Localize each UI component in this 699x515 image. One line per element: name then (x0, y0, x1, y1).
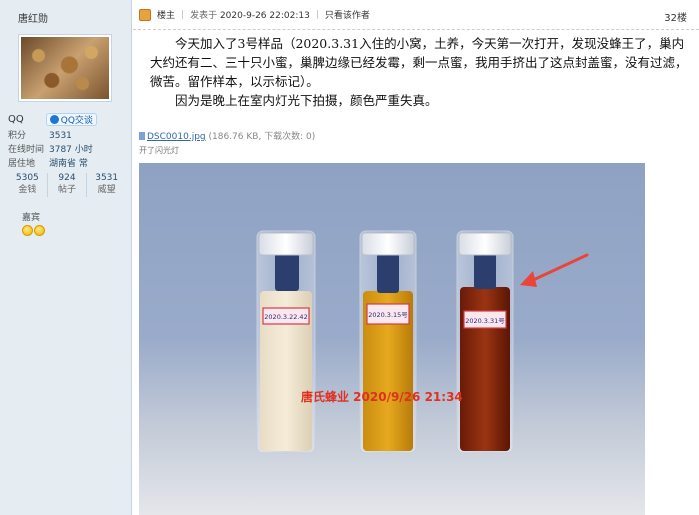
author-sidebar: 唐红勋 QQ QQ交谈 积分 3531 在线时间 3787 小时 居住地 湖南省 常 … (0, 0, 132, 515)
qq-row: QQ QQ交谈 (8, 113, 97, 126)
op-icon (139, 8, 151, 21)
author-name[interactable]: 唐红勋 (18, 10, 48, 25)
info-value: 3787 小时 (49, 145, 93, 155)
divider: | (315, 9, 319, 20)
vial-label-2: 2020.3.15号 (368, 311, 408, 319)
vial-label-3: 2020.3.31号 (465, 317, 505, 325)
info-key: 在线时间 (8, 145, 45, 155)
post-paragraph: 今天加入了3号样品（2020.3.31入住的小窝，土养，今天第一次打开，发现没蜂… (150, 36, 688, 89)
attachment-caption: 开了闪光灯 (139, 146, 179, 155)
qq-chat-button[interactable]: QQ交谈 (45, 113, 97, 126)
post-content: 今天加入了3号样品（2020.3.31入住的小窝，土养，今天第一次打开，发现没蜂… (150, 34, 690, 110)
info-key: 居住地 (8, 159, 36, 169)
divider: | (181, 9, 185, 20)
vial-2: 2020.3.15号 (359, 230, 417, 454)
stat-prestige[interactable]: 3531 威望 (87, 173, 126, 197)
medal-icon[interactable] (34, 225, 45, 236)
vial-1: 2020.3.22.42 (256, 230, 316, 454)
op-badge: 楼主 (157, 11, 176, 21)
info-key: 积分 (8, 131, 27, 141)
avatar-image (21, 37, 109, 99)
stat-label: 帖子 (58, 185, 77, 195)
vial-3: 2020.3.31号 (456, 230, 514, 454)
stat-label: 威望 (97, 185, 116, 195)
post-header: 楼主 | 发表于 2020-9-26 22:02:13 | 只看该作者 32楼 (133, 0, 699, 30)
photo-scene: 2020.3.22.42 2020.3.15号 2020.3.31号 唐氏蜂业 … (256, 230, 589, 454)
stat-value: 5305 (15, 173, 39, 183)
medals (22, 225, 45, 236)
stat-money[interactable]: 5305 金钱 (8, 173, 48, 197)
image-file-icon (139, 132, 145, 140)
red-arrow-icon (520, 253, 589, 287)
posted-time: 2020-9-26 22:02:13 (219, 11, 310, 21)
stat-value: 924 (58, 173, 76, 183)
posted-prefix: 发表于 (190, 11, 218, 21)
info-row: 居住地 湖南省 常 (8, 157, 93, 171)
attachment-line: DSC0010.jpg (186.76 KB, 下载次数: 0) (139, 129, 315, 142)
info-value[interactable]: 3531 (49, 129, 72, 143)
only-author-link[interactable]: 只看该作者 (325, 8, 370, 21)
info-row: 在线时间 3787 小时 (8, 143, 93, 157)
qq-penguin-icon (49, 115, 59, 124)
attached-photo[interactable]: 2020.3.22.42 2020.3.15号 2020.3.31号 唐氏蜂业 … (139, 163, 645, 515)
qq-label: QQ (8, 114, 24, 125)
avatar[interactable] (18, 34, 112, 102)
stat-label: 金钱 (18, 185, 37, 195)
qq-chat-label: QQ交谈 (60, 116, 93, 126)
author-info: 积分 3531 在线时间 3787 小时 居住地 湖南省 常 (8, 129, 93, 171)
info-row: 积分 3531 (8, 129, 93, 143)
info-value: 湖南省 常 (49, 159, 88, 169)
medal-icon[interactable] (22, 225, 33, 236)
vial-label-1: 2020.3.22.42 (264, 313, 307, 321)
post-paragraph: 因为是晚上在室内灯光下拍摄，颜色严重失真。 (175, 93, 438, 108)
photo-watermark: 唐氏蜂业 2020/9/26 21:34 (301, 389, 463, 404)
post-date: 发表于 2020-9-26 22:02:13 (190, 8, 310, 21)
stat-value: 3531 (95, 173, 119, 183)
author-stats: 5305 金钱 924 帖子 3531 威望 (8, 173, 126, 197)
attachment-link[interactable]: DSC0010.jpg (147, 132, 206, 142)
user-group[interactable]: 嘉宾 (22, 210, 40, 223)
floor-number[interactable]: 32楼 (664, 9, 687, 24)
stat-posts[interactable]: 924 帖子 (48, 173, 88, 197)
attachment-meta: (186.76 KB, 下载次数: 0) (208, 132, 316, 142)
